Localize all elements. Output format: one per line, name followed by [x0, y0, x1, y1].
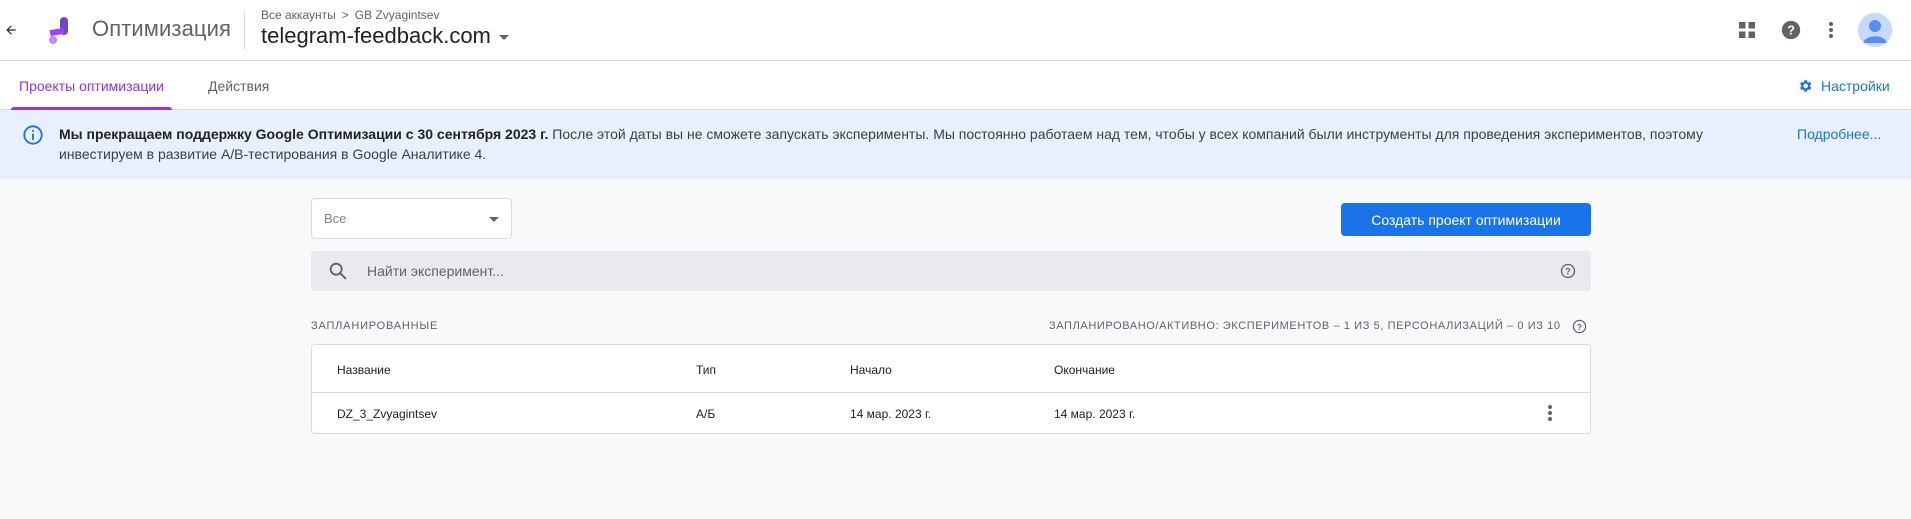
- search-bar: ?: [311, 251, 1591, 291]
- column-header-start[interactable]: Начало: [850, 363, 892, 377]
- breadcrumb-accounts[interactable]: Все аккаунты: [261, 8, 336, 22]
- column-header-end[interactable]: Окончание: [1054, 363, 1115, 377]
- banner-message: Мы прекращаем поддержку Google Оптимизац…: [59, 124, 1779, 164]
- column-header-type[interactable]: Тип: [696, 363, 716, 377]
- cell-name[interactable]: DZ_3_Zvyagintsev: [337, 407, 437, 421]
- row-more-vert-icon[interactable]: [1539, 402, 1561, 424]
- header-divider: [244, 11, 245, 50]
- search-icon: [327, 260, 349, 282]
- back-arrow-icon[interactable]: [0, 16, 22, 44]
- section-title: ЗАПЛАНИРОВАННЫЕ: [311, 320, 439, 332]
- filter-value: Все: [324, 211, 347, 226]
- help-icon[interactable]: ?: [1777, 16, 1805, 44]
- quota-text: ЗАПЛАНИРОВАНО/АКТИВНО: ЭКСПЕРИМЕНТОВ – 1…: [1049, 320, 1561, 332]
- experiments-table: Название Тип Начало Окончание DZ_3_Zvyag…: [311, 344, 1591, 434]
- create-experience-button[interactable]: Создать проект оптимизации: [1341, 203, 1591, 236]
- learn-more-link[interactable]: Подробнее...: [1797, 126, 1881, 142]
- apps-grid-icon[interactable]: [1733, 16, 1761, 44]
- gear-icon: [1800, 79, 1812, 92]
- container-selector[interactable]: telegram-feedback.com: [261, 23, 509, 49]
- caret-down-icon: [498, 35, 509, 40]
- info-icon: [22, 124, 44, 146]
- cell-end: 14 мар. 2023 г.: [1054, 407, 1136, 421]
- column-header-name[interactable]: Название: [337, 363, 391, 377]
- avatar[interactable]: [1858, 13, 1892, 47]
- tab-label: Проекты оптимизации: [19, 77, 164, 94]
- optimize-logo: [44, 14, 76, 46]
- status-filter-select[interactable]: Все: [311, 198, 512, 239]
- breadcrumb-separator: >: [341, 8, 349, 22]
- quota-help-icon[interactable]: ?: [1572, 319, 1587, 334]
- deprecation-banner: Мы прекращаем поддержку Google Оптимизац…: [0, 110, 1911, 179]
- tab-optimization-projects[interactable]: Проекты оптимизации: [11, 61, 172, 110]
- svg-text:?: ?: [1565, 267, 1571, 277]
- cell-start: 14 мар. 2023 г.: [850, 407, 932, 421]
- more-vert-icon[interactable]: [1817, 16, 1845, 44]
- tab-actions[interactable]: Действия: [208, 61, 269, 110]
- svg-text:?: ?: [1787, 23, 1795, 38]
- svg-text:?: ?: [1577, 322, 1582, 332]
- search-input[interactable]: [367, 251, 1517, 291]
- caret-down-icon: [489, 217, 499, 222]
- tab-bar: Проекты оптимизации Действия Настройки: [0, 61, 1911, 110]
- tab-label: Действия: [208, 77, 270, 94]
- search-help-icon[interactable]: ?: [1560, 263, 1576, 279]
- app-title: Оптимизация: [92, 16, 232, 41]
- settings-link[interactable]: Настройки: [1797, 61, 1890, 110]
- banner-bold-text: Мы прекращаем поддержку Google Оптимизац…: [59, 126, 549, 142]
- breadcrumb-account[interactable]: GB Zvyagintsev: [355, 8, 440, 22]
- settings-label: Настройки: [1821, 77, 1890, 94]
- top-app-bar: Оптимизация Все аккаунты > GB Zvyagintse…: [0, 0, 1911, 61]
- table-header: Название Тип Начало Окончание: [312, 345, 1590, 393]
- container-name: telegram-feedback.com: [261, 23, 491, 48]
- breadcrumb: Все аккаунты > GB Zvyagintsev: [261, 8, 439, 22]
- table-row[interactable]: DZ_3_Zvyagintsev A/Б 14 мар. 2023 г. 14 …: [312, 393, 1590, 434]
- cell-type: A/Б: [696, 407, 716, 421]
